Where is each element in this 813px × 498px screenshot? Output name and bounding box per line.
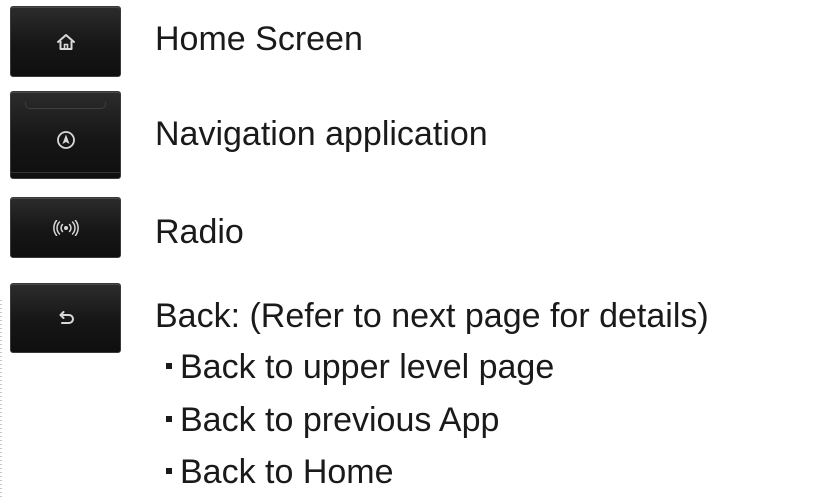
back-detail-text: Back to previous App xyxy=(180,401,500,439)
radio-broadcast-icon xyxy=(52,219,79,236)
radio-button[interactable] xyxy=(10,197,121,258)
radio-label: Radio xyxy=(155,213,244,251)
back-button[interactable] xyxy=(10,283,121,353)
navigation-compass-icon xyxy=(56,131,75,150)
navigation-button[interactable] xyxy=(10,91,121,179)
bullet-icon xyxy=(166,363,172,370)
edge-dotted-border xyxy=(0,300,2,498)
back-detail-item: Back to upper level page xyxy=(166,347,554,387)
back-label: Back: (Refer to next page for details) xyxy=(155,297,709,335)
button-seam xyxy=(11,172,120,173)
back-detail-text: Back to Home xyxy=(180,453,394,491)
back-detail-item: Back to Home xyxy=(166,452,394,492)
back-arrow-icon xyxy=(59,311,74,324)
back-detail-item: Back to previous App xyxy=(166,400,499,440)
bullet-icon xyxy=(166,468,172,475)
bullet-icon xyxy=(166,416,172,423)
navigation-application-label: Navigation application xyxy=(155,115,488,153)
home-icon xyxy=(56,33,75,50)
home-screen-label: Home Screen xyxy=(155,20,363,58)
back-detail-text: Back to upper level page xyxy=(180,348,555,386)
home-button[interactable] xyxy=(10,6,121,77)
button-seam xyxy=(25,102,106,109)
